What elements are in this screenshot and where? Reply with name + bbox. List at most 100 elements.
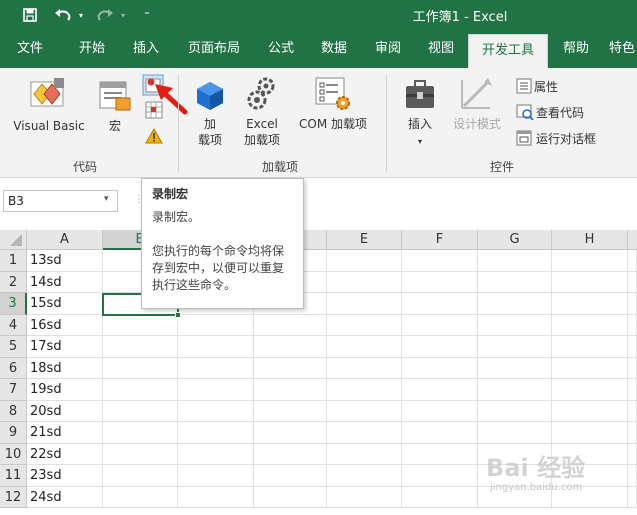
row-header[interactable]: 9 (0, 422, 27, 444)
row-header[interactable]: 1 (0, 250, 27, 272)
macro-security-icon[interactable] (145, 127, 163, 147)
tab-formulas[interactable]: 公式 (258, 30, 304, 68)
row-header[interactable]: 11 (0, 465, 27, 487)
visual-basic-button[interactable]: Visual Basic (4, 118, 94, 134)
cell[interactable] (402, 400, 478, 422)
cell[interactable] (628, 336, 637, 358)
cell[interactable] (327, 357, 402, 379)
cell[interactable] (402, 465, 478, 487)
cell[interactable] (178, 314, 254, 336)
tab-file[interactable]: 文件 (6, 30, 54, 68)
cell[interactable] (478, 293, 552, 315)
cell[interactable] (402, 379, 478, 401)
cell[interactable] (478, 271, 552, 293)
column-header-h[interactable]: H (552, 230, 628, 250)
cell[interactable] (103, 314, 178, 336)
com-addins-button[interactable]: COM 加载项 (290, 116, 376, 132)
tab-data[interactable]: 数据 (310, 30, 358, 68)
cell[interactable] (254, 400, 327, 422)
cell[interactable] (402, 250, 478, 272)
cell[interactable] (552, 271, 628, 293)
cell[interactable] (327, 422, 402, 444)
row-header[interactable]: 6 (0, 357, 27, 379)
cell[interactable] (178, 422, 254, 444)
undo-icon[interactable] (52, 5, 74, 25)
column-header-g[interactable]: G (478, 230, 552, 250)
cell-a[interactable]: 21sd (27, 422, 103, 444)
cell[interactable] (478, 422, 552, 444)
row-header[interactable]: 7 (0, 379, 27, 401)
cell-a[interactable]: 17sd (27, 336, 103, 358)
cell[interactable] (478, 336, 552, 358)
cell[interactable] (402, 357, 478, 379)
cell[interactable] (402, 486, 478, 508)
insert-control-dropdown-icon[interactable]: ▾ (414, 134, 426, 150)
visual-basic-icon[interactable] (28, 76, 66, 113)
cell-a[interactable]: 13sd (27, 250, 103, 272)
cell[interactable] (628, 486, 637, 508)
cell[interactable] (327, 293, 402, 315)
tab-insert[interactable]: 插入 (122, 30, 170, 68)
excel-addins-button-line1[interactable]: Excel (238, 116, 286, 132)
cell[interactable] (327, 379, 402, 401)
tab-help[interactable]: 帮助 (554, 30, 598, 68)
undo-dropdown-icon[interactable]: ▾ (76, 5, 86, 25)
cell-a[interactable]: 23sd (27, 465, 103, 487)
insert-control-button[interactable]: 插入 (400, 116, 440, 132)
cell[interactable] (254, 443, 327, 465)
fill-handle[interactable] (175, 312, 181, 318)
cell[interactable] (103, 422, 178, 444)
row-header[interactable]: 12 (0, 486, 27, 508)
cell[interactable] (178, 465, 254, 487)
cell[interactable] (327, 336, 402, 358)
cell[interactable] (402, 422, 478, 444)
cell[interactable] (628, 250, 637, 272)
excel-addins-button-line2[interactable]: 加载项 (238, 132, 286, 148)
cell[interactable] (628, 293, 637, 315)
cell-a[interactable]: 22sd (27, 443, 103, 465)
name-box[interactable]: B3 (3, 190, 118, 212)
cell[interactable] (552, 314, 628, 336)
cell[interactable] (103, 379, 178, 401)
com-addins-icon[interactable] (314, 76, 352, 115)
cell[interactable] (254, 357, 327, 379)
cell[interactable] (552, 422, 628, 444)
cell[interactable] (628, 357, 637, 379)
cell[interactable] (628, 379, 637, 401)
save-icon[interactable] (20, 5, 40, 25)
cell[interactable] (254, 486, 327, 508)
cell[interactable] (402, 336, 478, 358)
row-header[interactable]: 2 (0, 271, 27, 293)
macros-icon[interactable] (98, 80, 132, 115)
cell[interactable] (103, 443, 178, 465)
cell[interactable] (628, 314, 637, 336)
row-header[interactable]: 10 (0, 443, 27, 465)
cell[interactable] (103, 465, 178, 487)
cell-a[interactable]: 19sd (27, 379, 103, 401)
redo-dropdown-icon[interactable]: ▾ (118, 5, 128, 25)
cell-a[interactable]: 15sd (27, 293, 103, 315)
tab-page-layout[interactable]: 页面布局 (176, 30, 252, 68)
cell[interactable] (103, 357, 178, 379)
cell-a[interactable]: 16sd (27, 314, 103, 336)
tab-home[interactable]: 开始 (68, 30, 116, 68)
cell[interactable] (254, 379, 327, 401)
insert-control-icon[interactable] (402, 78, 438, 115)
cell[interactable] (327, 314, 402, 336)
cell-a[interactable]: 18sd (27, 357, 103, 379)
cell[interactable] (402, 271, 478, 293)
cell-a[interactable]: 24sd (27, 486, 103, 508)
cell[interactable] (478, 250, 552, 272)
run-dialog-button[interactable]: 运行对话框 (536, 131, 612, 147)
macros-button[interactable]: 宏 (100, 118, 130, 134)
cell[interactable] (178, 486, 254, 508)
cell[interactable] (628, 465, 637, 487)
cell[interactable] (254, 465, 327, 487)
cell[interactable] (254, 422, 327, 444)
view-code-icon[interactable] (516, 104, 534, 123)
cell[interactable] (552, 357, 628, 379)
cell[interactable] (552, 250, 628, 272)
cell-a[interactable]: 20sd (27, 400, 103, 422)
cell[interactable] (178, 379, 254, 401)
cell[interactable] (254, 314, 327, 336)
